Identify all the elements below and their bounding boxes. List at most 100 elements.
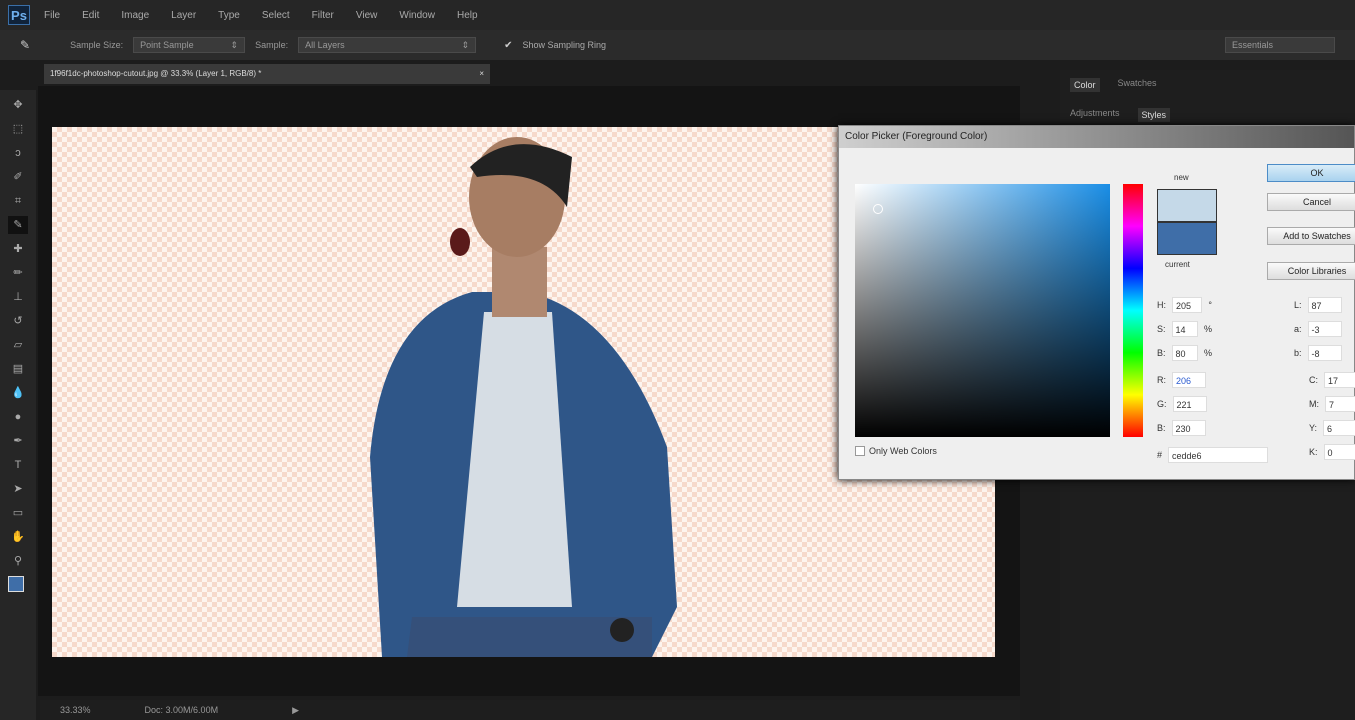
yellow-field[interactable]: Y: 6	[1309, 417, 1355, 439]
tab-swatches[interactable]: Swatches	[1118, 78, 1157, 92]
field-value[interactable]: 80	[1171, 345, 1198, 361]
field-label: K:	[1309, 447, 1318, 457]
menu-file[interactable]: File	[44, 10, 60, 21]
menu-edit[interactable]: Edit	[82, 10, 99, 21]
cyan-field[interactable]: C: 17	[1309, 369, 1355, 391]
color-libraries-button[interactable]: Color Libraries	[1267, 262, 1355, 280]
tab-styles[interactable]: Styles	[1137, 108, 1171, 122]
field-value[interactable]: 206	[1172, 372, 1206, 388]
color-picker-dialog: Color Picker (Foreground Color) new curr…	[838, 125, 1355, 480]
field-label: b:	[1294, 348, 1302, 358]
type-tool-icon[interactable]: T	[8, 456, 28, 474]
field-value[interactable]: 221	[1172, 396, 1207, 412]
menu-layer[interactable]: Layer	[171, 10, 196, 21]
menu-view[interactable]: View	[356, 10, 378, 21]
field-value[interactable]: 230	[1171, 420, 1206, 436]
menu-image[interactable]: Image	[121, 10, 149, 21]
sample-size-label: Sample Size:	[70, 40, 124, 50]
blue-field[interactable]: B: 230	[1157, 417, 1212, 439]
close-icon[interactable]: ×	[479, 64, 484, 84]
field-value[interactable]: cedde6	[1168, 447, 1269, 463]
field-label: a:	[1294, 324, 1302, 334]
field-value[interactable]: 14	[1171, 321, 1198, 337]
field-label: S:	[1157, 324, 1166, 334]
document-tab-title: 1f96f1dc-photoshop-cutout.jpg @ 33.3% (L…	[50, 69, 262, 78]
saturation-field[interactable]: S: 14%	[1157, 318, 1212, 340]
history-brush-icon[interactable]: ↺	[8, 312, 28, 330]
field-label: G:	[1157, 399, 1167, 409]
zoom-tool-icon[interactable]: ⚲	[8, 552, 28, 570]
hue-slider[interactable]	[1123, 184, 1143, 437]
chevron-icon: ⇕	[461, 40, 470, 50]
lab-l-field[interactable]: L: 87	[1294, 294, 1349, 316]
field-value[interactable]: 17	[1324, 372, 1355, 388]
lab-b-field[interactable]: b: -8	[1294, 342, 1349, 364]
hand-tool-icon[interactable]: ✋	[8, 528, 28, 546]
marquee-tool-icon[interactable]: ⬚	[8, 120, 28, 138]
tab-adjustments[interactable]: Adjustments	[1070, 108, 1120, 122]
add-to-swatches-button[interactable]: Add to Swatches	[1267, 227, 1355, 245]
only-web-label: Only Web Colors	[869, 446, 937, 456]
brightness-field[interactable]: B: 80%	[1157, 342, 1212, 364]
color-field[interactable]	[855, 184, 1110, 437]
path-select-icon[interactable]: ➤	[8, 480, 28, 498]
gradient-tool-icon[interactable]: ▤	[8, 360, 28, 378]
menu-type[interactable]: Type	[218, 10, 240, 21]
crop-tool-icon[interactable]: ⌗	[8, 192, 28, 210]
quick-select-tool-icon[interactable]: ✐	[8, 168, 28, 186]
stamp-tool-icon[interactable]: ⊥	[8, 288, 28, 306]
zoom-level[interactable]: 33.33%	[60, 705, 91, 715]
sample-size-select[interactable]: Point Sample ⇕	[133, 37, 246, 53]
ok-button[interactable]: OK	[1267, 164, 1355, 182]
dodge-tool-icon[interactable]: ●	[8, 408, 28, 426]
field-value[interactable]: 0	[1323, 444, 1355, 460]
field-label: L:	[1294, 300, 1302, 310]
magenta-field[interactable]: M: 7	[1309, 393, 1355, 415]
only-web-colors[interactable]: Only Web Colors	[855, 446, 937, 456]
black-field[interactable]: K: 0	[1309, 441, 1355, 463]
menu-help[interactable]: Help	[457, 10, 478, 21]
field-value[interactable]: 7	[1325, 396, 1355, 412]
cancel-button[interactable]: Cancel	[1267, 193, 1355, 211]
status-arrow-icon[interactable]: ▶	[292, 705, 299, 716]
shape-tool-icon[interactable]: ▭	[8, 504, 28, 522]
sample-size-value: Point Sample	[140, 40, 194, 50]
sample-select[interactable]: All Layers ⇕	[298, 37, 477, 53]
pen-tool-icon[interactable]: ✒	[8, 432, 28, 450]
hex-field[interactable]: # cedde6	[1157, 444, 1287, 466]
foreground-color-swatch[interactable]	[8, 576, 24, 592]
eyedropper-tool-icon[interactable]: ✎	[8, 216, 28, 234]
green-field[interactable]: G: 221	[1157, 393, 1212, 415]
field-value[interactable]: -8	[1307, 345, 1342, 361]
color-cursor[interactable]	[873, 204, 883, 214]
field-label: H:	[1157, 300, 1166, 310]
lasso-tool-icon[interactable]: ↄ	[8, 144, 28, 162]
red-field[interactable]: R: 206	[1157, 369, 1212, 391]
move-tool-icon[interactable]: ✥	[8, 96, 28, 114]
workspace-select[interactable]: Essentials	[1225, 37, 1335, 53]
current-color-swatch[interactable]	[1157, 222, 1217, 255]
blur-tool-icon[interactable]: 💧	[8, 384, 28, 402]
lab-a-field[interactable]: a: -3	[1294, 318, 1349, 340]
field-value[interactable]: 205	[1172, 297, 1203, 313]
field-label: B:	[1157, 348, 1166, 358]
field-value[interactable]: 6	[1323, 420, 1355, 436]
eraser-tool-icon[interactable]: ▱	[8, 336, 28, 354]
document-tab[interactable]: 1f96f1dc-photoshop-cutout.jpg @ 33.3% (L…	[44, 64, 490, 84]
field-unit: %	[1203, 324, 1212, 334]
current-label: current	[1165, 260, 1190, 269]
eyedropper-icon[interactable]: ✎	[20, 38, 30, 52]
hue-field[interactable]: H: 205 °	[1157, 294, 1212, 316]
field-label: B:	[1157, 423, 1166, 433]
status-bar: 33.33% Doc: 3.00M/6.00M ▶	[40, 700, 1020, 720]
tab-color[interactable]: Color	[1070, 78, 1100, 92]
menu-select[interactable]: Select	[262, 10, 290, 21]
healing-tool-icon[interactable]: ✚	[8, 240, 28, 258]
field-value[interactable]: -3	[1307, 321, 1342, 337]
menu-window[interactable]: Window	[399, 10, 435, 21]
field-value[interactable]: 87	[1307, 297, 1342, 313]
menu-filter[interactable]: Filter	[312, 10, 334, 21]
brush-tool-icon[interactable]: ✏	[8, 264, 28, 282]
only-web-checkbox[interactable]	[855, 446, 865, 456]
show-ring-checkbox[interactable]: ✔	[504, 40, 512, 51]
